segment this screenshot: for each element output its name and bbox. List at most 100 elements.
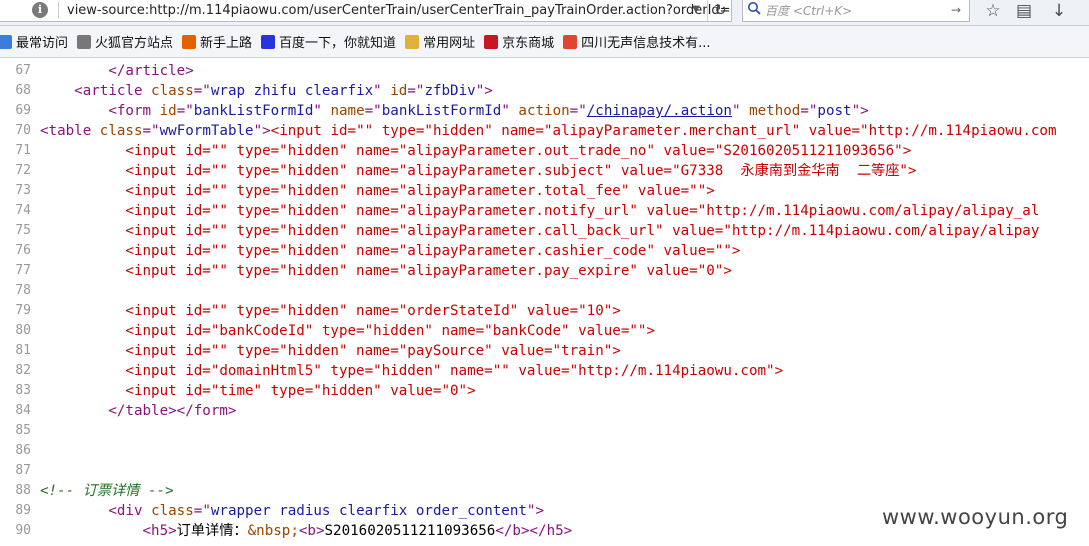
code-token: =": [176, 103, 194, 119]
bookmark-item[interactable]: 最常访问: [0, 32, 68, 51]
line-number: 77: [15, 263, 31, 278]
search-input[interactable]: 百度 <Ctrl+K>: [765, 2, 951, 19]
code-token: =": [193, 503, 211, 519]
bookmark-icon: [261, 34, 276, 49]
line-number: 71: [15, 143, 31, 158]
line-number: 78: [15, 283, 31, 298]
address-separator: [58, 2, 59, 18]
line-number: 75: [15, 223, 31, 238]
view-source-content: 67 </article> 68 <article class="wrap zhi…: [0, 61, 1089, 541]
code-token: ">: [526, 503, 545, 519]
source-line: 74 <input id="" type="hidden" name="alip…: [0, 201, 1089, 221]
chevron-down-icon[interactable]: ▼: [685, 0, 707, 21]
code-token: <input id="" type="hidden" name="alipayP…: [125, 163, 917, 179]
bookmark-item[interactable]: 四川无声信息技术有...: [563, 32, 711, 51]
line-code: <input id="" type="hidden" name="alipayP…: [40, 161, 916, 181]
line-number: 67: [15, 63, 31, 78]
line-code: <input id="" type="hidden" name="paySour…: [40, 341, 621, 361]
line-code: <!-- 订票详情 -->: [40, 481, 174, 501]
code-token: class: [151, 83, 194, 99]
browser-toolbar: i view-source:http://m.114piaowu.com/use…: [0, 0, 1089, 26]
source-line: 70 <table class="wwFormTable"><input id="…: [0, 121, 1089, 141]
code-token: <input id="" type="hidden" name="orderSt…: [125, 303, 621, 319]
bookmark-item[interactable]: 百度一下，你就知道: [261, 32, 396, 51]
bookmark-item[interactable]: 火狐官方站点: [77, 32, 173, 51]
line-code: <input id="" type="hidden" name="alipayP…: [40, 201, 1039, 221]
code-token: <input id="" type="hidden" name="alipayP…: [125, 223, 1040, 239]
code-token: =": [800, 103, 818, 119]
info-icon[interactable]: i: [32, 2, 48, 18]
bookmark-item[interactable]: 京东商城: [484, 32, 554, 51]
bookmark-label: 四川无声信息技术有...: [581, 36, 711, 51]
code-token: <input id="" type="hidden" name="alipayP…: [125, 203, 1040, 219]
source-line: 67 </article>: [0, 61, 1089, 81]
reload-icon[interactable]: ↻: [707, 0, 731, 21]
line-number: 88: [15, 483, 31, 498]
search-go-icon[interactable]: →: [951, 3, 969, 17]
code-token: bankListFormId: [381, 103, 502, 119]
download-icon[interactable]: ↓: [1047, 0, 1071, 22]
code-token: <b>: [298, 523, 325, 539]
search-bar[interactable]: 百度 <Ctrl+K> →: [742, 0, 970, 22]
line-number: 74: [15, 203, 31, 218]
source-line: 76 <input id="" type="hidden" name="alip…: [0, 241, 1089, 261]
bookmark-icon: [484, 34, 499, 49]
address-bar[interactable]: i view-source:http://m.114piaowu.com/use…: [0, 0, 732, 22]
code-token: name: [330, 103, 365, 119]
line-code: <input id="" type="hidden" name="alipayP…: [40, 241, 740, 261]
line-number: 87: [15, 463, 31, 478]
code-token: <form: [108, 103, 160, 119]
bookmark-icon: [77, 34, 92, 49]
line-number: 76: [15, 243, 31, 258]
bookmark-icon: [405, 34, 420, 49]
line-code: <input id="time" type="hidden" value="0"…: [40, 381, 475, 401]
source-link[interactable]: /chinapay/.action: [587, 103, 732, 119]
code-token: action: [518, 103, 570, 119]
source-line: 81 <input id="" type="hidden" name="payS…: [0, 341, 1089, 361]
line-number: 82: [15, 363, 31, 378]
bookmark-item[interactable]: 新手上路: [182, 32, 252, 51]
line-number: 90: [15, 523, 31, 538]
code-token: method: [749, 103, 801, 119]
code-token: <input id="" type="hidden" name="paySour…: [125, 343, 621, 359]
line-code: <table class="wwFormTable"><input id="" …: [40, 121, 1057, 141]
code-token: </b></h5>: [495, 523, 573, 539]
bookmark-star-icon[interactable]: ☆: [981, 0, 1005, 22]
code-token: class: [151, 503, 194, 519]
line-code: <form id="bankListFormId" name="bankList…: [40, 101, 868, 121]
code-token: <div: [108, 503, 152, 519]
source-line: 68 <article class="wrap zhifu clearfix" …: [0, 81, 1089, 101]
code-token: &nbsp;: [247, 523, 299, 539]
reading-list-icon[interactable]: ▤: [1012, 0, 1036, 22]
line-code: <input id="" type="hidden" name="alipayP…: [40, 181, 715, 201]
bookmark-icon: [563, 34, 578, 49]
line-number: 81: [15, 343, 31, 358]
line-code: <input id="" type="hidden" name="orderSt…: [40, 301, 621, 321]
code-token: ">: [475, 83, 493, 99]
code-token: =": [407, 83, 425, 99]
code-token: bankListFormId: [193, 103, 314, 119]
line-number: 70: [15, 123, 31, 138]
source-line: 73 <input id="" type="hidden" name="alip…: [0, 181, 1089, 201]
code-token: <input id="" type="hidden" name="alipayP…: [125, 143, 912, 159]
code-token: <input id="" type="hidden" name="alipayP…: [125, 183, 715, 199]
address-text[interactable]: view-source:http://m.114piaowu.com/userC…: [67, 3, 731, 18]
source-line: 71 <input id="" type="hidden" name="alip…: [0, 141, 1089, 161]
code-token: S2016020511211093656: [324, 523, 496, 539]
code-token: <h5>: [142, 523, 177, 539]
code-token: ": [313, 103, 331, 119]
code-token: ": [373, 83, 391, 99]
line-number: 85: [15, 423, 31, 438]
code-token: wrap zhifu clearfix: [210, 83, 374, 99]
line-number: 72: [15, 163, 31, 178]
bookmark-item[interactable]: 常用网址: [405, 32, 475, 51]
code-token: =": [364, 103, 382, 119]
